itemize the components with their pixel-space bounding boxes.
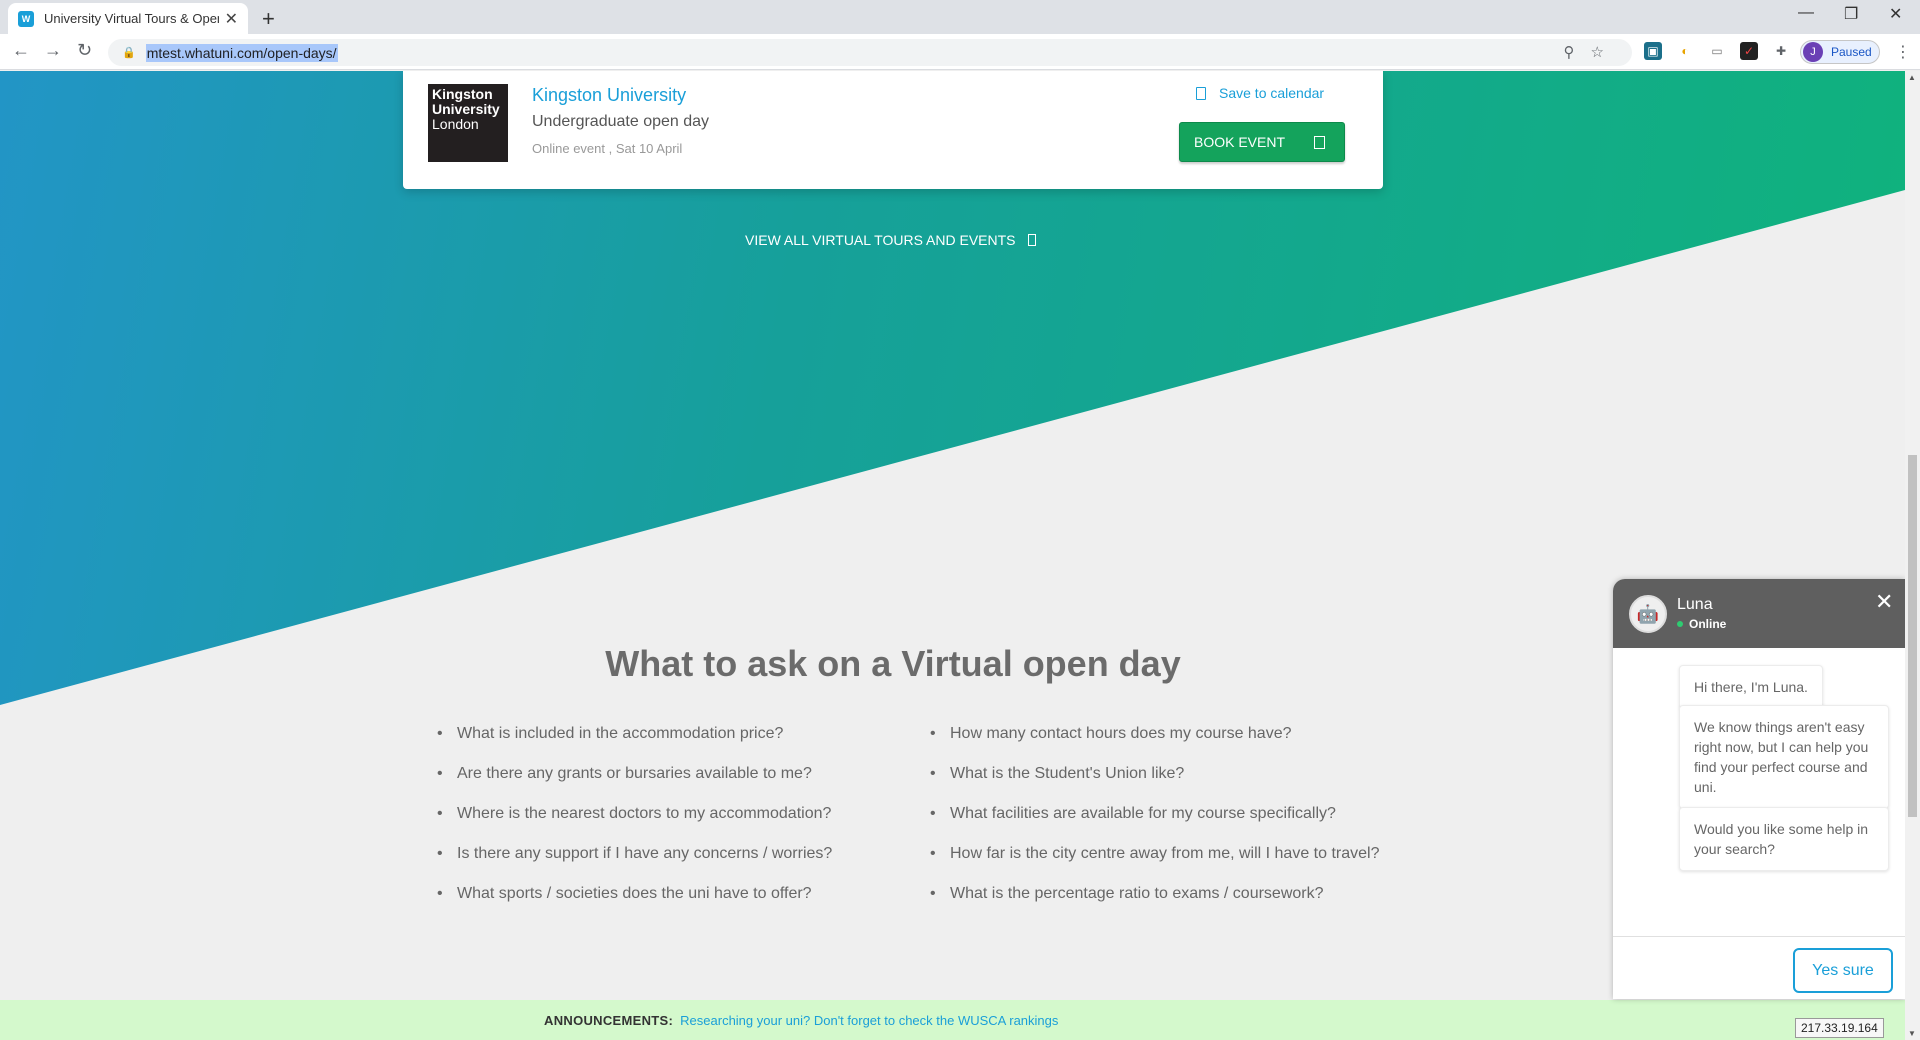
ip-tooltip: 217.33.19.164 [1795, 1018, 1884, 1038]
scroll-down-icon[interactable]: ▼ [1908, 1029, 1916, 1038]
extension-icon[interactable]: ▭ [1708, 42, 1726, 60]
browser-toolbar: ← → ↻ 🔒 mtest.whatuni.com/open-days/ ⚲☆ … [0, 34, 1920, 70]
book-label: BOOK EVENT [1194, 134, 1286, 150]
scrollbar-thumb[interactable] [1908, 455, 1917, 817]
book-event-button[interactable]: BOOK EVENT [1179, 122, 1345, 162]
list-item: What facilities are available for my cou… [928, 804, 1379, 844]
list-item: Where is the nearest doctors to my accom… [435, 804, 832, 844]
menu-icon[interactable]: ⋮ [1895, 42, 1911, 62]
questions-list-right: How many contact hours does my course ha… [928, 724, 1379, 924]
robot-avatar-icon: 🤖 [1629, 595, 1667, 633]
list-item: How many contact hours does my course ha… [928, 724, 1379, 764]
calendar-icon [1196, 86, 1206, 100]
announcement-link[interactable]: Researching your uni? Don't forget to ch… [680, 1013, 1058, 1028]
extension-icon[interactable]: ▣ [1644, 42, 1662, 60]
new-tab-icon[interactable]: + [262, 6, 275, 32]
section-title: What to ask on a Virtual open day [605, 643, 1181, 684]
chat-message: We know things aren't easy right now, bu… [1679, 705, 1889, 809]
list-item: How far is the city centre away from me,… [928, 844, 1379, 884]
questions-list-left: What is included in the accommodation pr… [435, 724, 832, 924]
external-link-icon [1314, 135, 1326, 149]
announcement-bar: ANNOUNCEMENTS: Researching your uni? Don… [0, 1000, 1905, 1040]
list-item: What is the Student's Union like? [928, 764, 1379, 804]
forward-icon[interactable]: → [44, 40, 62, 61]
chat-footer: Yes sure [1613, 936, 1905, 999]
page-scrollbar[interactable]: ▲ ▼ [1905, 71, 1920, 1040]
save-label: Save to calendar [1219, 85, 1325, 101]
minimize-icon[interactable]: — [1798, 4, 1814, 22]
announcement-label: ANNOUNCEMENTS: [544, 1012, 674, 1028]
view-all-events-link[interactable]: VIEW ALL VIRTUAL TOURS AND EVENTS [745, 232, 1036, 248]
list-item: What is the percentage ratio to exams / … [928, 884, 1379, 924]
scroll-up-icon[interactable]: ▲ [1908, 73, 1916, 82]
puzzle-icon[interactable]: ✚ [1772, 42, 1790, 60]
profile-button[interactable]: J Paused [1800, 40, 1880, 64]
chat-agent-name: Luna [1677, 596, 1713, 613]
chat-status-label: Online [1689, 617, 1727, 631]
extension-icon[interactable]: ✓ [1740, 42, 1758, 60]
logo-line: London [432, 116, 479, 132]
chat-status: Online [1677, 617, 1726, 631]
online-dot-icon [1677, 621, 1683, 627]
university-name-link[interactable]: Kingston University [532, 85, 686, 106]
close-window-icon[interactable]: ✕ [1889, 4, 1902, 24]
logo-line: University [432, 101, 500, 117]
chat-widget: 🤖 Luna Online ✕ Hi there, I'm Luna. We k… [1613, 579, 1905, 999]
quick-reply-button[interactable]: Yes sure [1793, 948, 1893, 993]
address-bar[interactable]: 🔒 mtest.whatuni.com/open-days/ ⚲☆ [108, 39, 1632, 66]
location-icon[interactable]: ⚲ [1564, 44, 1591, 61]
tab-title: University Virtual Tours & Open D [44, 11, 219, 26]
chat-message: Would you like some help in your search? [1679, 807, 1889, 871]
browser-tab[interactable]: W University Virtual Tours & Open D ✕ [8, 3, 248, 34]
restore-icon[interactable]: ❐ [1844, 4, 1858, 24]
page-viewport: Kingston University London Kingston Univ… [0, 71, 1905, 1040]
close-tab-icon[interactable]: ✕ [225, 9, 238, 29]
whatuni-favicon-icon: W [18, 10, 34, 27]
university-logo[interactable]: Kingston University London [428, 84, 508, 162]
extension-icon[interactable]: ◐ [1676, 42, 1694, 60]
avatar: J [1803, 42, 1823, 62]
lock-icon[interactable]: 🔒 [122, 46, 136, 59]
save-to-calendar-link[interactable]: Save to calendar [1196, 85, 1324, 101]
arrow-icon [1027, 234, 1036, 246]
event-card: Kingston University London Kingston Univ… [403, 71, 1383, 189]
list-item: Are there any grants or bursaries availa… [435, 764, 832, 804]
event-type: Undergraduate open day [532, 113, 710, 130]
view-all-label: VIEW ALL VIRTUAL TOURS AND EVENTS [745, 232, 1016, 248]
url-text[interactable]: mtest.whatuni.com/open-days/ [145, 43, 338, 62]
reload-icon[interactable]: ↻ [77, 40, 92, 61]
chat-message: Hi there, I'm Luna. [1679, 665, 1823, 709]
browser-tab-bar: W University Virtual Tours & Open D ✕ + … [0, 0, 1920, 34]
logo-line: Kingston [432, 86, 493, 102]
event-meta: Online event , Sat 10 April [532, 141, 683, 156]
chat-header: 🤖 Luna Online ✕ [1613, 579, 1905, 648]
close-chat-icon[interactable]: ✕ [1875, 589, 1893, 615]
bookmark-star-icon[interactable]: ☆ [1591, 44, 1620, 61]
profile-status: Paused [1831, 45, 1872, 59]
back-icon[interactable]: ← [12, 40, 30, 61]
list-item: What is included in the accommodation pr… [435, 724, 832, 764]
list-item: What sports / societies does the uni hav… [435, 884, 832, 924]
list-item: Is there any support if I have any conce… [435, 844, 832, 884]
